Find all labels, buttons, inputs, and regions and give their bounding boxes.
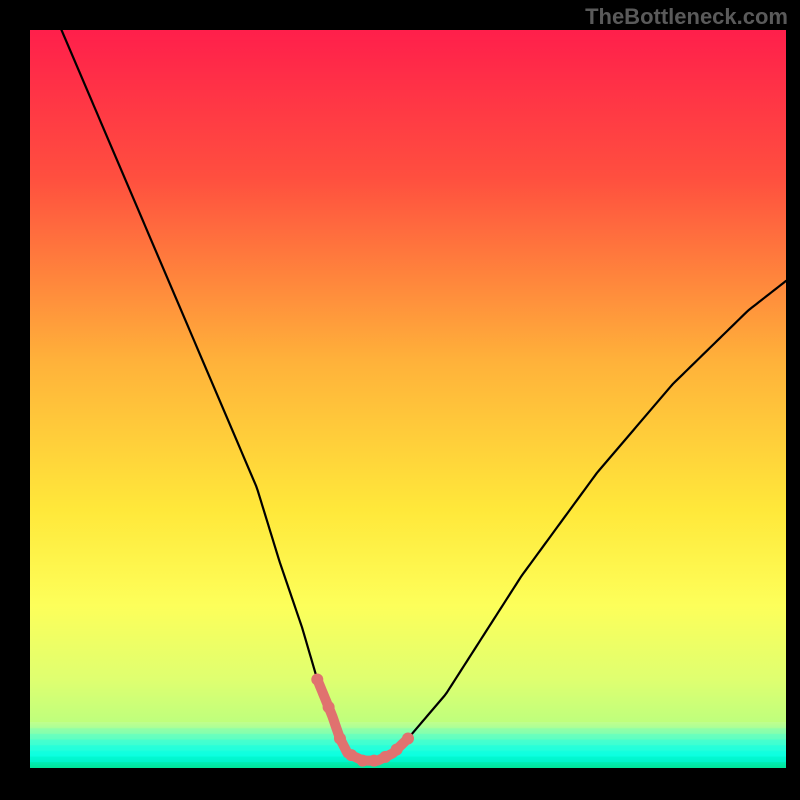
plot-background (30, 30, 786, 768)
chart-frame: TheBottleneck.com (0, 0, 800, 800)
bottleneck-chart (0, 0, 800, 800)
plot-area (30, 30, 786, 769)
watermark-text: TheBottleneck.com (585, 4, 788, 30)
